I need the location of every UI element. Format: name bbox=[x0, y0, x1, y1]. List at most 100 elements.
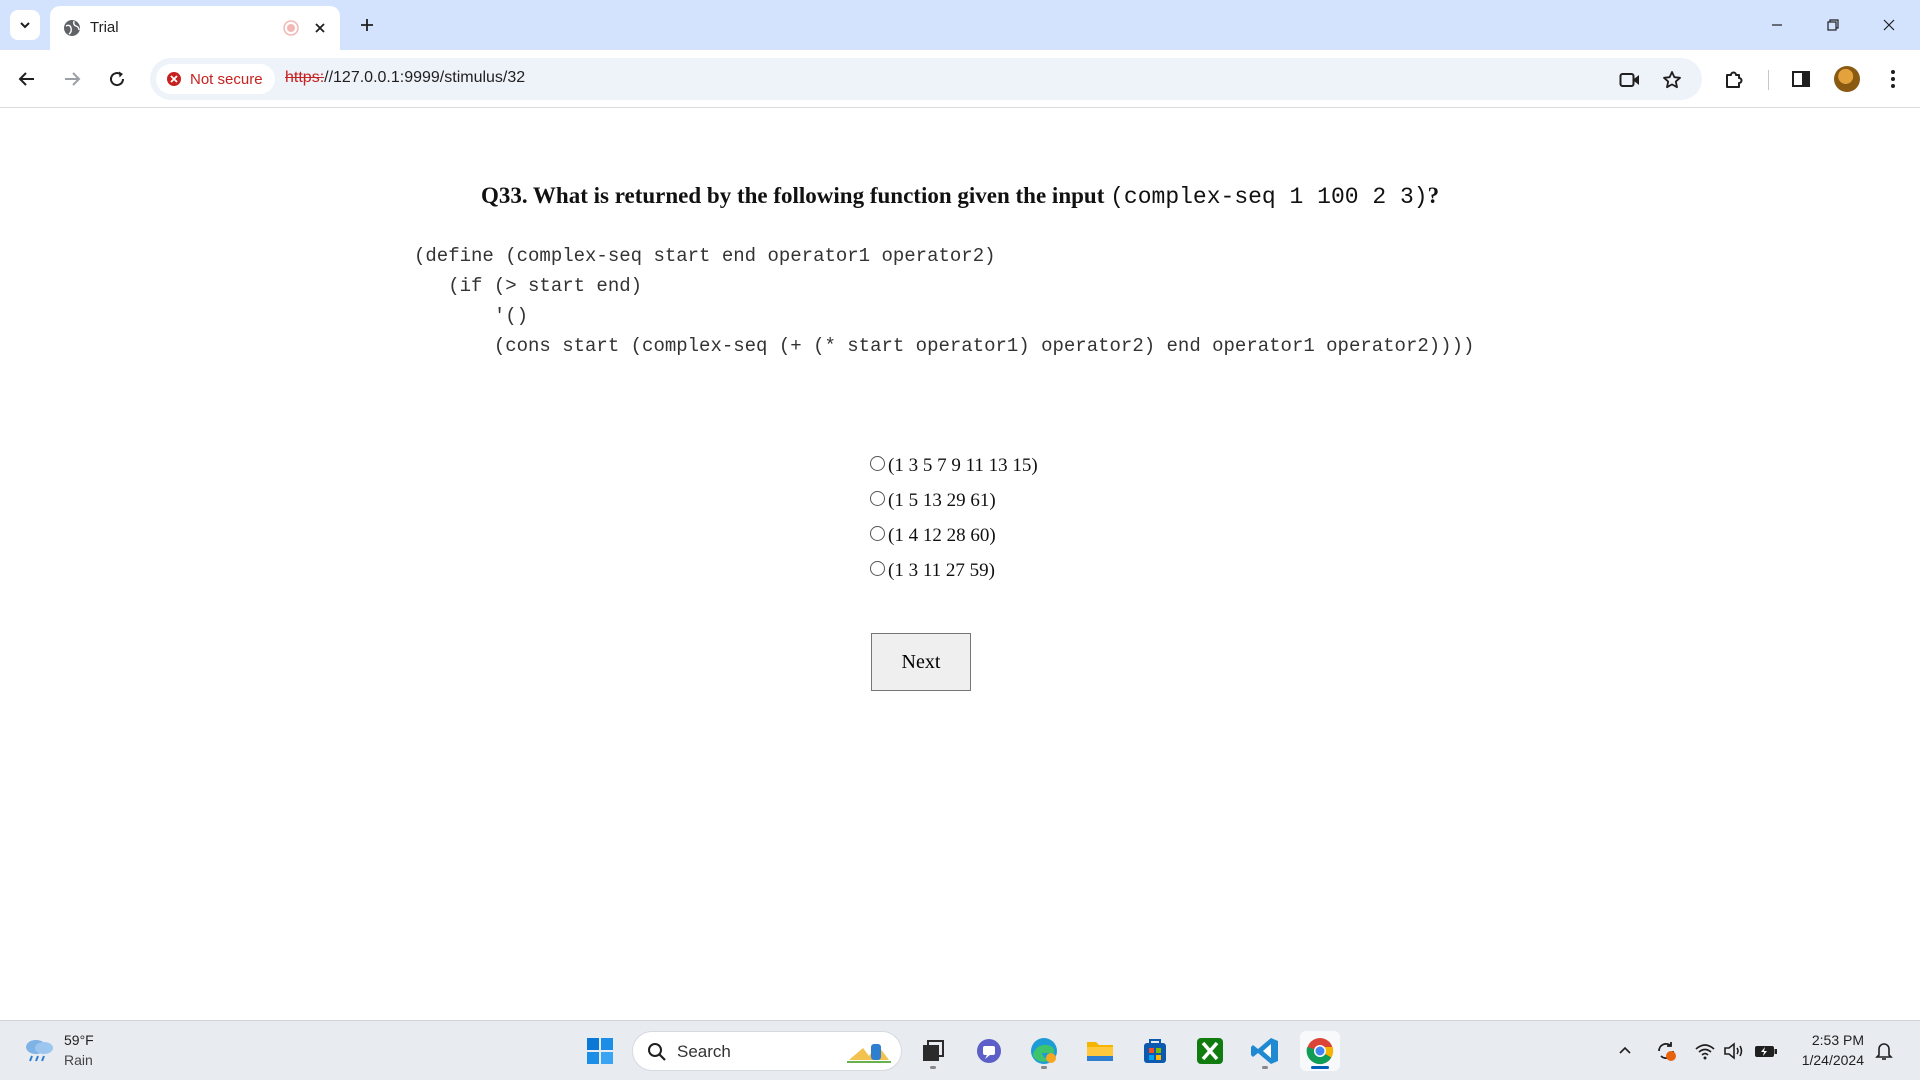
chrome-icon bbox=[1306, 1038, 1334, 1065]
page-content: Q33. What is returned by the following f… bbox=[0, 109, 1920, 1020]
speaker-icon bbox=[1724, 1042, 1743, 1060]
chat-icon bbox=[977, 1039, 1001, 1063]
answer-option[interactable]: (1 3 5 7 9 11 13 15) bbox=[870, 448, 1038, 483]
plus-icon bbox=[361, 19, 373, 31]
battery-button[interactable] bbox=[1754, 1039, 1778, 1063]
browser-tab[interactable]: Trial bbox=[50, 6, 340, 50]
show-hidden-icons-button[interactable] bbox=[1613, 1039, 1637, 1063]
tab-search-button[interactable] bbox=[10, 10, 40, 40]
minimize-button[interactable] bbox=[1754, 5, 1800, 45]
next-button[interactable]: Next bbox=[871, 633, 971, 691]
question-input-code: (complex-seq 1 100 2 3) bbox=[1110, 184, 1428, 210]
radio-button[interactable] bbox=[870, 526, 885, 541]
vscode-icon bbox=[1251, 1038, 1278, 1064]
bell-icon bbox=[1875, 1043, 1893, 1060]
sync-alert-icon bbox=[1658, 1042, 1676, 1061]
browser-toolbar: Not secure https://127.0.0.1:9999/stimul… bbox=[0, 50, 1920, 108]
close-icon bbox=[315, 23, 325, 33]
extensions-button[interactable] bbox=[1719, 63, 1751, 95]
address-bar[interactable]: Not secure https://127.0.0.1:9999/stimul… bbox=[150, 58, 1702, 100]
taskbar-chrome[interactable] bbox=[1300, 1031, 1340, 1071]
question-heading: Q33. What is returned by the following f… bbox=[0, 183, 1920, 210]
code-block: (define (complex-seq start end operator1… bbox=[414, 241, 1474, 361]
taskbar-store[interactable] bbox=[1135, 1031, 1175, 1071]
windows-logo-icon bbox=[587, 1038, 613, 1064]
tab-title: Trial bbox=[90, 19, 119, 36]
clock-time: 2:53 PM bbox=[1811, 1032, 1864, 1048]
clock-date: 1/24/2024 bbox=[1801, 1052, 1864, 1068]
taskbar-vscode[interactable] bbox=[1245, 1031, 1285, 1071]
answer-option-label: (1 3 5 7 9 11 13 15) bbox=[888, 454, 1038, 476]
question-mark: ? bbox=[1427, 183, 1440, 208]
toolbar-divider bbox=[1768, 70, 1769, 90]
taskbar-edge[interactable] bbox=[1024, 1031, 1064, 1071]
weather-description: Rain bbox=[64, 1052, 93, 1068]
volume-button[interactable] bbox=[1722, 1039, 1746, 1063]
reload-button[interactable] bbox=[101, 63, 133, 95]
url-path: //127.0.0.1:9999/stimulus/32 bbox=[324, 69, 526, 86]
taskbar-file-explorer[interactable] bbox=[1080, 1031, 1120, 1071]
profile-avatar[interactable] bbox=[1834, 66, 1860, 92]
network-button[interactable] bbox=[1693, 1039, 1717, 1063]
battery-charging-icon bbox=[1755, 1046, 1777, 1057]
side-panel-icon bbox=[1792, 71, 1810, 87]
code-line: (if (> start end) bbox=[414, 275, 643, 297]
start-button[interactable] bbox=[580, 1031, 620, 1071]
site-security-chip[interactable]: Not secure bbox=[156, 64, 275, 94]
not-secure-label: Not secure bbox=[190, 70, 263, 88]
chevron-down-icon bbox=[20, 22, 30, 29]
running-indicator bbox=[1311, 1066, 1329, 1069]
taskbar-search-label: Search bbox=[677, 1042, 731, 1061]
restore-button[interactable] bbox=[1810, 5, 1856, 45]
taskbar-xbox[interactable] bbox=[1190, 1031, 1230, 1071]
code-line: (define (complex-seq start end operator1… bbox=[414, 245, 996, 267]
rain-cloud-icon bbox=[26, 1040, 53, 1062]
arrow-right-icon bbox=[65, 72, 81, 86]
search-icon bbox=[648, 1043, 666, 1061]
side-panel-button[interactable] bbox=[1785, 63, 1817, 95]
bookmark-button[interactable] bbox=[1658, 66, 1686, 94]
taskbar-task-view[interactable] bbox=[913, 1031, 953, 1071]
wifi-icon bbox=[1695, 1044, 1715, 1060]
code-line: (cons start (complex-seq (+ (* start ope… bbox=[414, 335, 1475, 357]
taskbar: 59°F Rain Search 2:53 PM 1/24/2024 bbox=[0, 1020, 1920, 1080]
running-indicator bbox=[1041, 1066, 1047, 1069]
running-indicator bbox=[1262, 1066, 1268, 1069]
restore-icon bbox=[1827, 19, 1839, 31]
chevron-up-icon bbox=[1619, 1046, 1631, 1054]
taskbar-search[interactable]: Search bbox=[632, 1031, 902, 1071]
browser-menu-button[interactable] bbox=[1877, 63, 1909, 95]
answer-option-label: (1 5 13 29 61) bbox=[888, 489, 996, 511]
radio-button[interactable] bbox=[870, 456, 885, 471]
new-tab-button[interactable] bbox=[352, 10, 382, 40]
close-window-button[interactable] bbox=[1866, 5, 1912, 45]
question-text: Q33. What is returned by the following f… bbox=[480, 183, 1105, 208]
notifications-button[interactable] bbox=[1872, 1039, 1896, 1063]
answer-option[interactable]: (1 5 13 29 61) bbox=[870, 483, 1038, 518]
recording-indicator-icon bbox=[279, 16, 303, 40]
answer-option-label: (1 3 11 27 59) bbox=[888, 559, 995, 581]
radio-button[interactable] bbox=[870, 491, 885, 506]
radio-button[interactable] bbox=[870, 561, 885, 576]
answer-option[interactable]: (1 3 11 27 59) bbox=[870, 553, 1038, 588]
minimize-icon bbox=[1772, 24, 1782, 26]
answer-option-label: (1 4 12 28 60) bbox=[888, 524, 996, 546]
search-highlight-icon bbox=[847, 1044, 891, 1063]
forward-button[interactable] bbox=[56, 63, 88, 95]
taskbar-teams[interactable] bbox=[969, 1031, 1009, 1071]
answer-option[interactable]: (1 4 12 28 60) bbox=[870, 518, 1038, 553]
xbox-icon bbox=[1197, 1038, 1223, 1064]
back-button[interactable] bbox=[11, 63, 43, 95]
weather-temperature: 59°F bbox=[64, 1032, 94, 1048]
camera-in-use-button[interactable] bbox=[1616, 66, 1644, 94]
video-camera-icon bbox=[1619, 73, 1639, 87]
url-text[interactable]: https://127.0.0.1:9999/stimulus/32 bbox=[285, 69, 525, 87]
sync-status-button[interactable] bbox=[1654, 1039, 1678, 1063]
tab-close-button[interactable] bbox=[308, 16, 332, 40]
more-vertical-icon bbox=[1891, 70, 1895, 88]
globe-icon bbox=[64, 20, 80, 36]
running-indicator bbox=[930, 1066, 936, 1069]
code-line: '() bbox=[414, 305, 529, 327]
puzzle-piece-icon bbox=[1726, 71, 1743, 88]
store-icon bbox=[1144, 1039, 1166, 1063]
